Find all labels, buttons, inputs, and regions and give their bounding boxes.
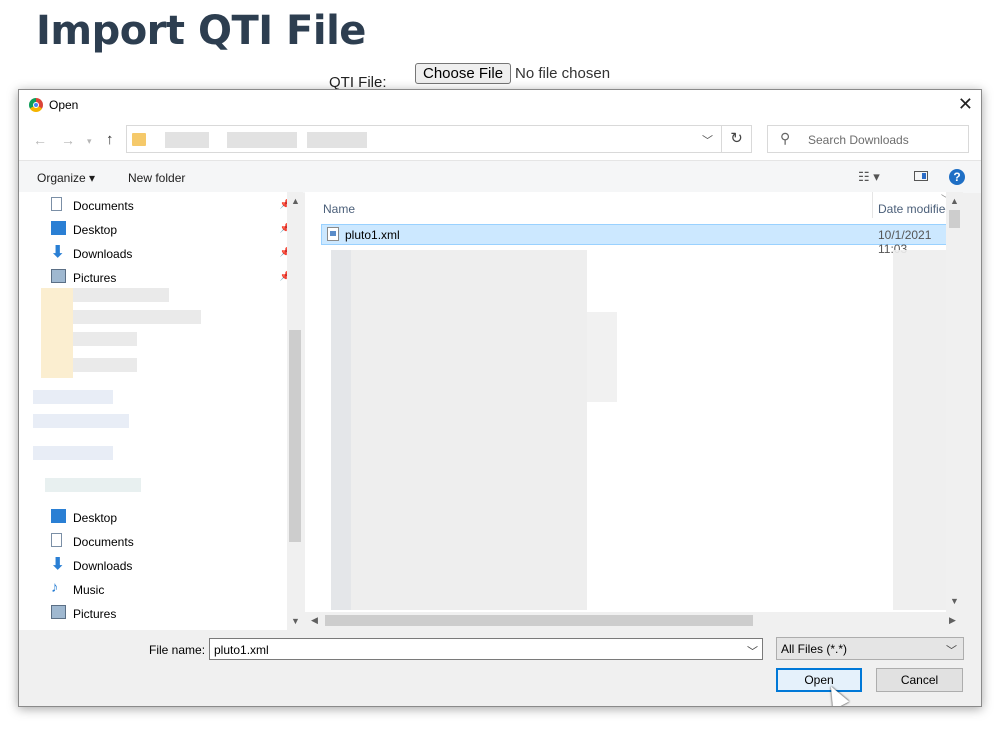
choose-file-button[interactable]: Choose File bbox=[415, 63, 512, 84]
redacted-files bbox=[587, 312, 617, 402]
organize-label: Organize bbox=[37, 171, 86, 185]
dialog-toolbar: Organize ▾ New folder ☷ ▾ ? bbox=[19, 160, 981, 193]
redacted-items bbox=[33, 414, 129, 428]
navigation-pane: Documents 📌 Desktop 📌 ⬇ Downloads 📌 Pict… bbox=[19, 192, 303, 630]
redacted-path bbox=[227, 132, 297, 148]
nav-item-desktop[interactable]: Desktop 📌 bbox=[51, 218, 291, 240]
downloads-icon: ⬇ bbox=[51, 556, 65, 573]
up-arrow-icon[interactable]: ↑ bbox=[106, 131, 114, 148]
nav-item-downloads[interactable]: ⬇ Downloads 📌 bbox=[51, 242, 291, 264]
file-type-select[interactable]: All Files (*.*) ﹀ bbox=[776, 637, 964, 660]
address-bar[interactable]: ﹀ bbox=[126, 125, 722, 153]
new-folder-button[interactable]: New folder bbox=[128, 171, 185, 185]
chrome-icon bbox=[29, 98, 43, 112]
file-name-field[interactable]: pluto1.xml ﹀ bbox=[209, 638, 763, 660]
redacted-path bbox=[307, 132, 367, 148]
file-list: Name Date modified ﹀ pluto1.xml 10/1/202… bbox=[305, 192, 963, 612]
downloads-icon: ⬇ bbox=[51, 244, 65, 261]
nav-label: Pictures bbox=[73, 271, 117, 285]
redacted-items bbox=[73, 358, 137, 372]
desktop-icon bbox=[51, 509, 66, 523]
scroll-up-icon[interactable]: ▲ bbox=[950, 196, 959, 206]
nav-label: Downloads bbox=[73, 559, 133, 573]
nav-item-downloads[interactable]: ⬇ Downloads bbox=[51, 554, 291, 576]
nav-item-documents[interactable]: Documents bbox=[51, 530, 291, 552]
file-row-selected[interactable]: pluto1.xml 10/1/2021 11:03 bbox=[321, 224, 963, 256]
folder-icon bbox=[132, 133, 146, 146]
navigation-bar: ← → ▾ ↑ ﹀ ↻ ⚲ Search Downloads bbox=[19, 120, 981, 160]
scroll-thumb[interactable] bbox=[949, 210, 960, 228]
nav-item-pictures[interactable]: Pictures 📌 bbox=[51, 266, 291, 288]
chevron-down-icon: ﹀ bbox=[946, 645, 957, 657]
refresh-button[interactable]: ↻ bbox=[722, 125, 752, 153]
open-file-dialog: Open ✕ ← → ▾ ↑ ﹀ ↻ ⚲ Search Downloads Or… bbox=[18, 89, 982, 707]
dialog-title: Open bbox=[49, 98, 79, 112]
redacted-items bbox=[73, 288, 169, 302]
documents-icon bbox=[51, 533, 62, 547]
documents-icon bbox=[51, 197, 62, 211]
scroll-right-icon[interactable]: ▶ bbox=[949, 615, 956, 626]
scroll-down-icon[interactable]: ▼ bbox=[950, 596, 959, 606]
scroll-thumb[interactable] bbox=[289, 330, 301, 542]
file-scrollbar[interactable]: ▲ ▼ bbox=[946, 192, 963, 612]
close-icon[interactable]: ✕ bbox=[958, 94, 973, 115]
column-divider bbox=[872, 192, 873, 218]
organize-button[interactable]: Organize ▾ bbox=[37, 171, 95, 185]
redacted-items bbox=[73, 332, 137, 346]
no-file-chosen-text: No file chosen bbox=[515, 65, 611, 82]
nav-item-music[interactable]: ♪ Music bbox=[51, 578, 291, 600]
file-name: pluto1.xml bbox=[345, 228, 400, 242]
search-icon: ⚲ bbox=[780, 130, 791, 146]
recent-chevron-icon[interactable]: ▾ bbox=[87, 136, 92, 147]
desktop-icon bbox=[51, 221, 66, 235]
nav-label: Documents bbox=[73, 199, 134, 213]
nav-label: Music bbox=[73, 583, 105, 597]
scroll-thumb[interactable] bbox=[325, 615, 753, 626]
nav-label: Desktop bbox=[73, 511, 118, 525]
dialog-titlebar: Open ✕ bbox=[19, 90, 981, 120]
scroll-down-icon[interactable]: ▼ bbox=[291, 616, 300, 626]
help-icon[interactable]: ? bbox=[949, 169, 965, 185]
xml-file-icon bbox=[327, 227, 339, 241]
chevron-down-icon[interactable]: ﹀ bbox=[702, 132, 713, 148]
nav-item-desktop[interactable]: Desktop bbox=[51, 506, 291, 528]
file-name-value: pluto1.xml bbox=[214, 643, 269, 657]
scroll-left-icon[interactable]: ◀ bbox=[311, 615, 318, 626]
redacted-items bbox=[41, 288, 73, 378]
nav-label: Documents bbox=[73, 535, 134, 549]
nav-scrollbar[interactable]: ▲ ▼ bbox=[287, 192, 303, 630]
forward-arrow-icon[interactable]: → bbox=[61, 132, 75, 148]
scroll-up-icon[interactable]: ▲ bbox=[291, 196, 300, 206]
file-type-value: All Files (*.*) bbox=[781, 642, 848, 656]
preview-pane-icon[interactable] bbox=[914, 171, 928, 181]
file-hscrollbar[interactable]: ◀ ▶ bbox=[305, 612, 963, 629]
dialog-footer: File name: pluto1.xml ﹀ All Files (*.*) … bbox=[19, 630, 981, 706]
open-button[interactable]: Open bbox=[776, 668, 862, 692]
nav-item-documents[interactable]: Documents 📌 bbox=[51, 194, 291, 216]
file-name-label: File name: bbox=[149, 643, 206, 657]
nav-label: Pictures bbox=[73, 607, 117, 621]
music-icon: ♪ bbox=[51, 579, 59, 596]
redacted-items bbox=[33, 446, 113, 460]
cancel-button[interactable]: Cancel bbox=[876, 668, 963, 692]
back-arrow-icon[interactable]: ← bbox=[33, 132, 47, 148]
column-name[interactable]: Name bbox=[323, 202, 355, 216]
redacted-files bbox=[331, 250, 351, 610]
search-placeholder: Search Downloads bbox=[808, 133, 909, 147]
nav-label: Desktop bbox=[73, 223, 118, 237]
redacted-path bbox=[165, 132, 209, 148]
nav-label: Downloads bbox=[73, 247, 133, 261]
redacted-items bbox=[33, 390, 113, 404]
chevron-down-icon[interactable]: ﹀ bbox=[747, 643, 758, 659]
nav-item-pictures[interactable]: Pictures bbox=[51, 602, 291, 624]
redacted-files bbox=[331, 250, 587, 610]
pictures-icon bbox=[51, 269, 66, 283]
redacted-items bbox=[45, 478, 141, 492]
pictures-icon bbox=[51, 605, 66, 619]
redacted-items bbox=[73, 310, 201, 324]
search-input[interactable]: ⚲ Search Downloads bbox=[767, 125, 969, 153]
view-options-icon[interactable]: ☷ ▾ bbox=[858, 169, 880, 185]
page-title: Import QTI File bbox=[36, 8, 366, 54]
